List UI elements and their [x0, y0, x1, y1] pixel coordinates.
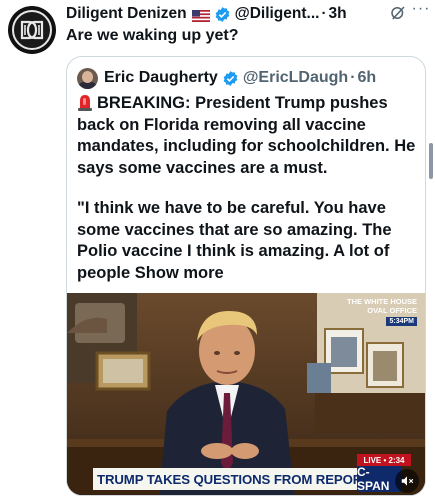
lower-third-banner: TRUMP TAKES QUESTIONS FROM REPORTERS	[93, 468, 397, 490]
quote-time[interactable]: 6h	[358, 69, 377, 87]
scrollbar[interactable]	[429, 143, 433, 179]
location-line-1: THE WHITE HOUSE	[346, 297, 417, 306]
author-avatar[interactable]	[8, 6, 56, 54]
quote-author-avatar[interactable]	[77, 67, 98, 89]
quote-author-handle[interactable]: @EricLDaugh	[243, 69, 348, 87]
banner-text: TRUMP TAKES QUESTIONS FROM REPORTERS	[97, 471, 397, 487]
post-header: Diligent Denizen @Diligent... · 3h	[66, 4, 429, 24]
quote-author-name[interactable]: Eric Daugherty	[104, 69, 218, 87]
video-player[interactable]: THE WHITE HOUSE OVAL OFFICE 5:34PM LIVE …	[67, 293, 425, 495]
quote-body: BREAKING: President Trump pushes back on…	[77, 93, 417, 284]
location-line-2: OVAL OFFICE	[367, 306, 417, 315]
clock: 5:34PM	[386, 317, 417, 326]
verified-badge-icon	[222, 70, 239, 87]
separator: ·	[350, 69, 356, 86]
post-text: Are we waking up yet?	[66, 27, 239, 44]
siren-icon	[77, 93, 93, 111]
verified-badge-icon	[214, 6, 231, 23]
quote-text-2: "I think we have to be careful. You have…	[77, 199, 392, 282]
us-flag-icon	[191, 8, 210, 22]
quote-header: Eric Daugherty @EricLDaugh · 6h	[77, 67, 376, 89]
quote-text-1: BREAKING: President Trump pushes back on…	[77, 94, 416, 177]
quote-paragraph-1: BREAKING: President Trump pushes back on…	[77, 93, 417, 179]
location-label: THE WHITE HOUSE OVAL OFFICE 5:34PM	[347, 297, 417, 326]
grok-icon[interactable]	[389, 4, 407, 22]
author-name[interactable]: Diligent Denizen	[66, 4, 187, 24]
show-more-link[interactable]: Show more	[135, 264, 224, 282]
separator: ·	[321, 5, 327, 22]
quoted-post[interactable]: Eric Daugherty @EricLDaugh · 6h BREAKING…	[66, 56, 426, 496]
quote-paragraph-2: "I think we have to be careful. You have…	[77, 198, 417, 284]
mute-icon[interactable]	[395, 469, 419, 493]
author-handle[interactable]: @Diligent...	[235, 4, 320, 24]
more-icon[interactable]: ···	[411, 1, 431, 22]
post-time[interactable]: 3h	[328, 4, 346, 24]
logo-icon	[12, 10, 52, 50]
